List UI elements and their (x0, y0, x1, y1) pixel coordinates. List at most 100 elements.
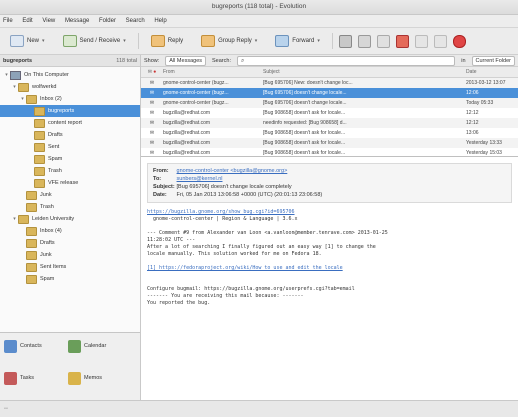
reply-button[interactable]: Reply (145, 32, 189, 50)
next-icon[interactable] (433, 34, 447, 48)
message-row[interactable]: ✉ bugzilla@redhat.com [Bug 908658] doesn't… (141, 148, 518, 156)
status-icon[interactable]: ✉ (141, 88, 163, 98)
scope-select[interactable]: Current Folder (471, 55, 515, 66)
menu-message[interactable]: Message (65, 18, 89, 24)
send-receive-button[interactable]: Send / Receive ▾ (57, 32, 132, 50)
message-row[interactable]: ✉ bugzilla@redhat.com needinfo requested: … (141, 118, 518, 128)
switcher-contacts[interactable]: Contacts (4, 337, 64, 355)
delete-icon[interactable] (395, 34, 409, 48)
status-icon[interactable]: ✉ (141, 128, 163, 138)
from-label: From: (153, 168, 169, 174)
folder-icon (34, 130, 45, 140)
folder-tree: ▾ On This Computer ▾ wolfwerkd ▾ Inbox (2) bug… (0, 67, 140, 326)
body-line: gnome-control-center | Region & Language… (147, 216, 298, 222)
folder-icon (34, 166, 45, 176)
folder-item[interactable]: ▾ On This Computer (0, 69, 140, 81)
message-date: 2013-03-12 13:07 (466, 80, 506, 86)
bug-link[interactable]: https://bugzilla.gnome.org/show_bug.cgi?… (147, 209, 295, 215)
folder-item[interactable]: ▾ Inbox (2) (0, 93, 140, 105)
message-from: gnome-control-center (bugz... (163, 90, 229, 96)
folder-label: Trash (40, 204, 54, 210)
archive-icon[interactable] (357, 34, 371, 48)
group-reply-button[interactable]: Group Reply ▾ (195, 32, 263, 50)
message-row[interactable]: ✉ gnome-control-center (bugz... [Bug 69570… (141, 88, 518, 98)
from-value[interactable]: gnome-control-center <bugzilla@gnome.org… (177, 168, 288, 174)
status-icon[interactable]: ✉ (141, 108, 163, 118)
previous-icon[interactable] (414, 34, 428, 48)
message-row[interactable]: ✉ gnome-control-center (bugz... [Bug 69570… (141, 98, 518, 108)
folder-label: Drafts (48, 132, 63, 138)
show-select[interactable]: All Messages (165, 55, 207, 66)
folder-item[interactable]: Trash (0, 201, 140, 213)
folder-item[interactable]: Inbox (4) (0, 225, 140, 237)
switcher-calendar[interactable]: Calendar (68, 337, 128, 355)
contacts-icon (4, 339, 17, 353)
folder-icon (34, 106, 45, 116)
message-row[interactable]: ✉ bugzilla@redhat.com [Bug 908658] doesn't… (141, 128, 518, 138)
menu-edit[interactable]: Edit (22, 18, 32, 24)
body-line: Configure bugmail: https://bugzilla.gnom… (147, 286, 355, 292)
folder-item[interactable]: ▾ wolfwerkd (0, 81, 140, 93)
message-subject: [Bug 695706] doesn't change locale... (263, 90, 347, 96)
message-row[interactable]: ✉ bugzilla@redhat.com [Bug 908658] doesn't… (141, 108, 518, 118)
folder-label: Trash (48, 168, 62, 174)
junk-icon[interactable] (376, 34, 390, 48)
folder-item[interactable]: Spam (0, 273, 140, 285)
folder-item[interactable]: Junk (0, 249, 140, 261)
menu-folder[interactable]: Folder (99, 18, 116, 24)
folder-item[interactable]: Spam (0, 153, 140, 165)
chevron-down-icon[interactable]: ▾ (255, 38, 258, 44)
folder-label: content report (48, 120, 82, 126)
folder-item[interactable]: ▾ Leiden University (0, 213, 140, 225)
group-reply-label: Group Reply (218, 38, 252, 44)
chevron-down-icon[interactable]: ▾ (317, 38, 320, 44)
folder-item[interactable]: content report (0, 117, 140, 129)
folder-item[interactable]: Sent Items (0, 261, 140, 273)
message-pane: Show: All Messages Search: ⌕ in Current … (141, 55, 518, 401)
folder-label: Sent Items (40, 264, 67, 270)
folder-item[interactable]: VFE release (0, 177, 140, 189)
menu-file[interactable]: File (3, 18, 13, 24)
body-line: You reported the bug. (147, 300, 211, 306)
stop-icon[interactable] (452, 34, 466, 48)
folder-item[interactable]: Junk (0, 189, 140, 201)
expander-icon[interactable]: ▾ (11, 213, 18, 225)
to-value[interactable]: sunbers@kernel.nl (177, 176, 223, 182)
menu-help[interactable]: Help (154, 18, 166, 24)
sidebar-header: bugreports 118 total (0, 55, 140, 67)
expander-icon[interactable]: ▾ (19, 93, 26, 105)
forward-button[interactable]: Forward ▾ (269, 32, 326, 50)
print-icon[interactable] (338, 34, 352, 48)
folder-item[interactable]: Drafts (0, 129, 140, 141)
status-icon[interactable]: ✉ (141, 138, 163, 148)
from-column-header[interactable]: From (163, 67, 263, 77)
chevron-down-icon[interactable]: ▾ (42, 38, 45, 44)
status-icon[interactable]: ✉ (141, 148, 163, 156)
main-area: bugreports 118 total ▾ On This Computer ▾ w… (0, 55, 518, 401)
folder-item[interactable]: bugreports (0, 105, 140, 117)
preview-body: https://bugzilla.gnome.org/show_bug.cgi?… (147, 209, 512, 307)
folder-item[interactable]: Drafts (0, 237, 140, 249)
expander-icon[interactable]: ▾ (11, 81, 18, 93)
wiki-link[interactable]: [1] https://fedoraproject.org/wiki/How_t… (147, 265, 343, 271)
new-button[interactable]: New ▾ (4, 32, 51, 50)
status-icon[interactable]: ✉ (141, 118, 163, 128)
expander-icon[interactable]: ▾ (3, 69, 10, 81)
menu-search[interactable]: Search (126, 18, 145, 24)
search-input[interactable]: ⌕ (236, 55, 456, 66)
date-column-header[interactable]: Date (466, 67, 518, 77)
status-icon[interactable]: ✉ (141, 78, 163, 88)
message-date: 12:12 (466, 110, 479, 116)
chevron-down-icon[interactable]: ▾ (123, 38, 126, 44)
folder-icon (26, 262, 37, 272)
subject-column-header[interactable]: Subject (263, 67, 466, 77)
status-icon[interactable]: ✉ (141, 98, 163, 108)
flag-column-header[interactable]: ✉ ● (141, 67, 163, 77)
message-row[interactable]: ✉ bugzilla@redhat.com [Bug 908658] doesn't… (141, 138, 518, 148)
folder-item[interactable]: Trash (0, 165, 140, 177)
menu-view[interactable]: View (42, 18, 55, 24)
folder-item[interactable]: Sent (0, 141, 140, 153)
switcher-memos[interactable]: Memos (68, 369, 128, 387)
message-row[interactable]: ✉ gnome-control-center (bugz... [Bug 69570… (141, 78, 518, 88)
switcher-tasks[interactable]: Tasks (4, 369, 64, 387)
